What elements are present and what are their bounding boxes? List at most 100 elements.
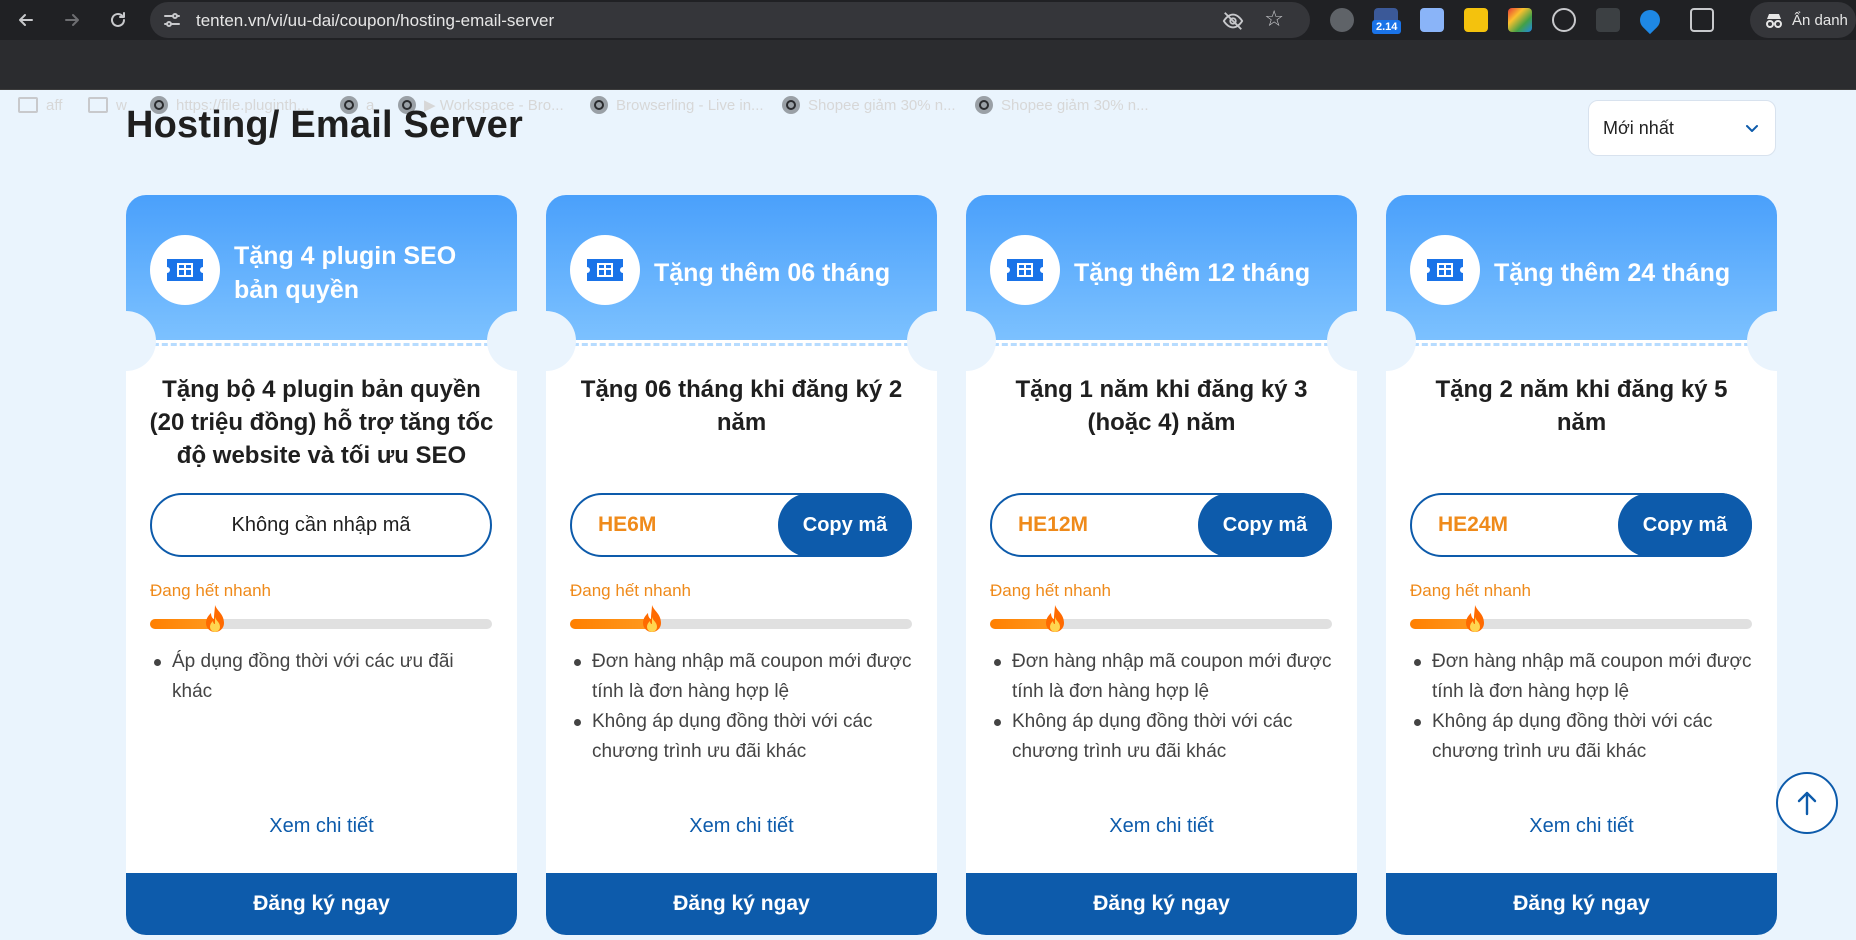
- folder-icon: [88, 97, 108, 113]
- no-code-needed-pill: Không cần nhập mã: [150, 493, 492, 557]
- condition-list: Đơn hàng nhập mã coupon mới được tính là…: [992, 647, 1337, 767]
- bookmark-star-icon[interactable]: ☆: [1264, 8, 1284, 30]
- usage-progress-bar: [1410, 605, 1752, 632]
- coupon-code[interactable]: HE24M: [1438, 513, 1508, 537]
- globe-icon: [590, 96, 608, 114]
- scroll-to-top-button[interactable]: [1776, 772, 1838, 834]
- hot-label: Đang hết nhanh: [150, 581, 271, 600]
- condition-item: Đơn hàng nhập mã coupon mới được tính là…: [572, 647, 917, 707]
- bookmark-label: Shopee giảm 30% n...: [1001, 96, 1149, 114]
- dashed-divider: [1386, 343, 1777, 346]
- dashed-divider: [126, 343, 517, 346]
- usage-progress-bar: [570, 605, 912, 632]
- coupon-code-pill: HE24M Copy mã: [1410, 493, 1752, 557]
- globe-icon: [782, 96, 800, 114]
- bookmark-item[interactable]: Browserling - Live in...: [590, 92, 764, 118]
- arrow-up-icon: [1797, 791, 1817, 816]
- flame-icon: [1465, 605, 1484, 632]
- register-now-button[interactable]: Đăng ký ngay: [1386, 873, 1777, 935]
- view-details-link[interactable]: Xem chi tiết: [966, 815, 1357, 838]
- coupon-title: Tặng thêm 24 tháng: [1494, 259, 1731, 287]
- copy-code-button[interactable]: Copy mã: [1618, 493, 1752, 557]
- condition-item: Áp dụng đồng thời với các ưu đãi khác: [152, 647, 497, 707]
- bookmark-item[interactable]: Shopee giảm 30% n...: [782, 92, 956, 118]
- coupon-code[interactable]: HE6M: [598, 513, 656, 537]
- bookmark-folder[interactable]: aff: [18, 92, 62, 118]
- coupon-title: Tặng thêm 06 tháng: [654, 259, 891, 287]
- register-now-button[interactable]: Đăng ký ngay: [966, 873, 1357, 935]
- extension-icon[interactable]: [1596, 8, 1620, 32]
- flame-icon: [205, 605, 224, 632]
- condition-list: Áp dụng đồng thời với các ưu đãi khác: [152, 647, 497, 707]
- condition-item: Đơn hàng nhập mã coupon mới được tính là…: [992, 647, 1337, 707]
- bookmark-label: Browserling - Live in...: [616, 96, 764, 114]
- profile-label: Ẩn danh: [1792, 11, 1848, 29]
- voucher-icon: [570, 235, 640, 305]
- usage-progress-bar: [150, 605, 492, 632]
- coupon-description: Tặng 06 tháng khi đăng ký 2 năm: [580, 376, 903, 436]
- hot-label: Đang hết nhanh: [1410, 581, 1531, 600]
- bookmark-folder[interactable]: w: [88, 92, 127, 118]
- condition-item: Đơn hàng nhập mã coupon mới được tính là…: [1412, 647, 1757, 707]
- extension-icon[interactable]: [1508, 8, 1532, 32]
- forward-icon[interactable]: [56, 4, 88, 36]
- site-info-icon[interactable]: [162, 10, 182, 30]
- coupon-description: Tặng 1 năm khi đăng ký 3 (hoặc 4) năm: [1015, 376, 1308, 436]
- sort-select[interactable]: Mới nhất: [1588, 100, 1776, 156]
- coupon-title: Tặng thêm 12 tháng: [1074, 259, 1311, 287]
- coupon-title: Tặng 4 plugin SEO bản quyền: [234, 242, 457, 304]
- reload-icon[interactable]: [102, 4, 134, 36]
- url-text[interactable]: tenten.vn/vi/uu-dai/coupon/hosting-email…: [196, 11, 554, 31]
- coupon-description: Tặng bộ 4 plugin bản quyền (20 triệu đồn…: [149, 376, 494, 469]
- extension-icon[interactable]: [1464, 8, 1488, 32]
- extension-icon[interactable]: [1330, 8, 1354, 32]
- copy-code-button[interactable]: Copy mã: [778, 493, 912, 557]
- bookmarks-bar: aff w https://file.pluginth... a ▶ Works…: [0, 40, 1856, 114]
- diamond-icon[interactable]: [1635, 5, 1665, 35]
- coupon-card: Tặng thêm 06 tháng Tặng 06 tháng khi đăn…: [546, 195, 937, 935]
- sort-selected-value: Mới nhất: [1603, 117, 1674, 138]
- register-now-button[interactable]: Đăng ký ngay: [546, 873, 937, 935]
- compass-icon[interactable]: [1552, 8, 1576, 32]
- globe-icon: [975, 96, 993, 114]
- coupon-card: Tặng thêm 24 tháng Tặng 2 năm khi đăng k…: [1386, 195, 1777, 935]
- voucher-icon: [990, 235, 1060, 305]
- dashed-divider: [546, 343, 937, 346]
- eye-off-icon[interactable]: [1222, 10, 1244, 32]
- coupon-code-pill: HE6M Copy mã: [570, 493, 912, 557]
- folder-icon: [18, 97, 38, 113]
- copy-code-button[interactable]: Copy mã: [1198, 493, 1332, 557]
- view-details-link[interactable]: Xem chi tiết: [1386, 815, 1777, 838]
- bookmark-label: aff: [46, 96, 63, 114]
- view-details-link[interactable]: Xem chi tiết: [126, 815, 517, 838]
- back-icon[interactable]: [10, 4, 42, 36]
- hot-label: Đang hết nhanh: [570, 581, 691, 600]
- bookmark-label: Shopee giảm 30% n...: [808, 96, 956, 114]
- dashed-divider: [966, 343, 1357, 346]
- hot-label: Đang hết nhanh: [990, 581, 1111, 600]
- incognito-profile-button[interactable]: Ẩn danh: [1750, 2, 1856, 38]
- condition-item: Không áp dụng đồng thời với các chương t…: [1412, 707, 1757, 767]
- coupon-card: Tặng 4 plugin SEO bản quyền Tặng bộ 4 pl…: [126, 195, 517, 935]
- condition-list: Đơn hàng nhập mã coupon mới được tính là…: [1412, 647, 1757, 767]
- register-now-button[interactable]: Đăng ký ngay: [126, 873, 517, 935]
- usage-progress-bar: [990, 605, 1332, 632]
- bookmark-item[interactable]: Shopee giảm 30% n...: [975, 92, 1149, 118]
- puzzle-icon[interactable]: [1690, 8, 1714, 32]
- voucher-icon: [150, 235, 220, 305]
- flame-icon: [1045, 605, 1064, 632]
- voucher-icon: [1410, 235, 1480, 305]
- coupon-code[interactable]: HE12M: [1018, 513, 1088, 537]
- condition-list: Đơn hàng nhập mã coupon mới được tính là…: [572, 647, 917, 767]
- address-bar[interactable]: tenten.vn/vi/uu-dai/coupon/hosting-email…: [150, 2, 1310, 38]
- condition-item: Không áp dụng đồng thời với các chương t…: [572, 707, 917, 767]
- extension-badge: 2.14: [1372, 20, 1402, 34]
- coupon-description: Tặng 2 năm khi đăng ký 5 năm: [1435, 376, 1728, 436]
- coupon-code-pill: HE12M Copy mã: [990, 493, 1332, 557]
- view-details-link[interactable]: Xem chi tiết: [546, 815, 937, 838]
- condition-item: Không áp dụng đồng thời với các chương t…: [992, 707, 1337, 767]
- flame-icon: [643, 605, 662, 632]
- no-code-label: Không cần nhập mã: [231, 513, 411, 536]
- extension-icon[interactable]: [1420, 8, 1444, 32]
- browser-toolbar: tenten.vn/vi/uu-dai/coupon/hosting-email…: [0, 0, 1856, 40]
